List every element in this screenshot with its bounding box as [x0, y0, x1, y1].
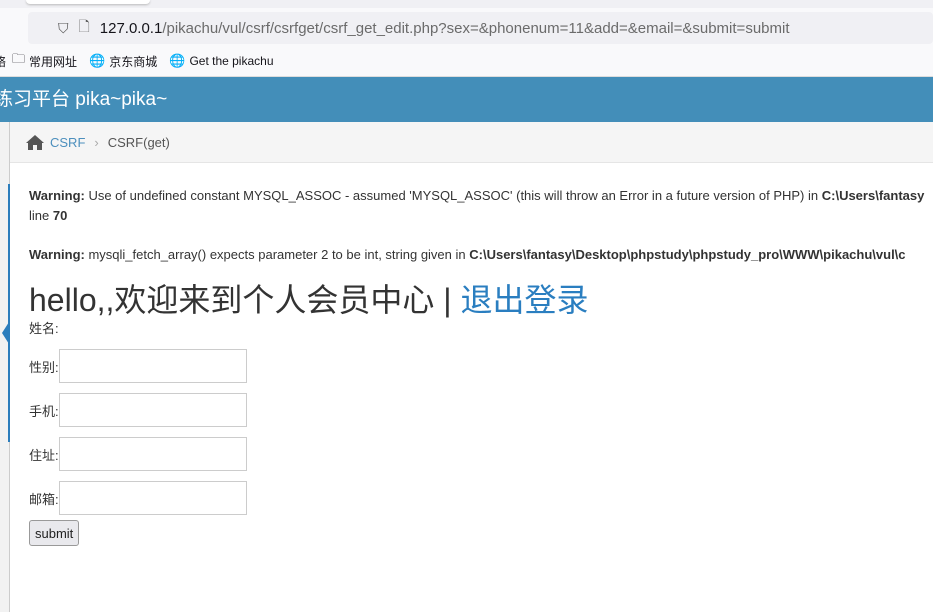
warning-text: mysqli_fetch_array() expects parameter 2… [84, 247, 470, 262]
sex-input[interactable] [58, 349, 247, 383]
site-header: 练习平台 pika~pika~ [0, 77, 933, 122]
browser-toolbar: ⛉ 🗋 127.0.0.1/pikachu/vul/csrf/csrfget/c… [0, 8, 933, 46]
main-content: Warning: Use of undefined constant MYSQL… [29, 186, 933, 546]
breadcrumb-separator: › [94, 134, 99, 150]
field-label: 手机: [29, 403, 59, 419]
bookmark-pikachu[interactable]: 🌐 Get the pikachu [169, 53, 273, 69]
submit-button[interactable]: submit [29, 520, 80, 546]
bookmark-label: 京东商城 [109, 54, 158, 69]
field-email: 邮箱: [29, 476, 933, 520]
page-title: hello,,欢迎来到个人会员中心 | 退出登录 [29, 278, 933, 322]
breadcrumb-csrf[interactable]: CSRF [50, 135, 85, 150]
logout-link[interactable]: 退出登录 [461, 282, 589, 318]
warning-path: C:\Users\fantasy [821, 188, 925, 203]
warning-label: Warning: [29, 188, 85, 203]
bookmark-folder[interactable]: 🗀 常用网址 [12, 50, 77, 72]
url-path: /pikachu/vul/csrf/csrfget/csrf_get_edit.… [162, 19, 790, 37]
name-label: 姓名: [29, 321, 59, 336]
folder-icon: 🗀 [12, 51, 26, 66]
php-warning: Warning: mysqli_fetch_array() expects pa… [29, 245, 933, 265]
page-icon: 🗋 [78, 18, 90, 34]
warning-line-label: line [29, 208, 53, 223]
greeting: hello,,欢迎来到个人会员中心 | [29, 282, 461, 318]
field-label: 邮箱: [29, 491, 59, 507]
sidebar [0, 122, 10, 612]
field-address: 住址: [29, 432, 933, 476]
field-sex: 性别: [29, 344, 933, 388]
warning-text: Use of undefined constant MYSQL_ASSOC - … [84, 188, 822, 203]
field-phone: 手机: [29, 388, 933, 432]
warning-label: Warning: [29, 247, 85, 262]
url-host: 127.0.0.1 [99, 19, 163, 37]
php-warning: Warning: Use of undefined constant MYSQL… [29, 186, 933, 226]
email-input[interactable] [58, 481, 247, 515]
field-label: 性别: [29, 359, 59, 375]
field-label: 住址: [29, 447, 59, 463]
warning-path: C:\Users\fantasy\Desktop\phpstudy\phpstu… [469, 247, 906, 262]
site-title[interactable]: 练习平台 pika~pika~ [0, 89, 167, 110]
globe-icon: 🌐 [89, 53, 106, 68]
sidebar-active-item[interactable] [0, 184, 10, 442]
address-input[interactable] [58, 437, 247, 471]
address-bar[interactable]: ⛉ 🗋 127.0.0.1/pikachu/vul/csrf/csrfget/c… [28, 12, 933, 44]
bookmark-truncated[interactable]: 络 [0, 53, 6, 70]
breadcrumb-current: CSRF(get) [107, 134, 170, 150]
warning-line: 70 [52, 208, 68, 223]
bookmark-jd[interactable]: 🌐 京东商城 [89, 53, 157, 70]
phone-input[interactable] [58, 393, 247, 427]
globe-icon: 🌐 [169, 53, 186, 68]
active-tab[interactable] [26, 0, 150, 4]
bookmark-label: 常用网址 [29, 54, 78, 69]
sidebar-arrow-icon [2, 322, 9, 344]
breadcrumb: CSRF › CSRF(get) [10, 122, 933, 163]
home-icon[interactable] [26, 134, 44, 150]
bookmarks-bar: 络 🗀 常用网址 🌐 京东商城 🌐 Get the pikachu [0, 46, 933, 77]
bookmark-label: Get the pikachu [189, 54, 274, 68]
shield-icon[interactable]: ⛉ [58, 20, 69, 37]
